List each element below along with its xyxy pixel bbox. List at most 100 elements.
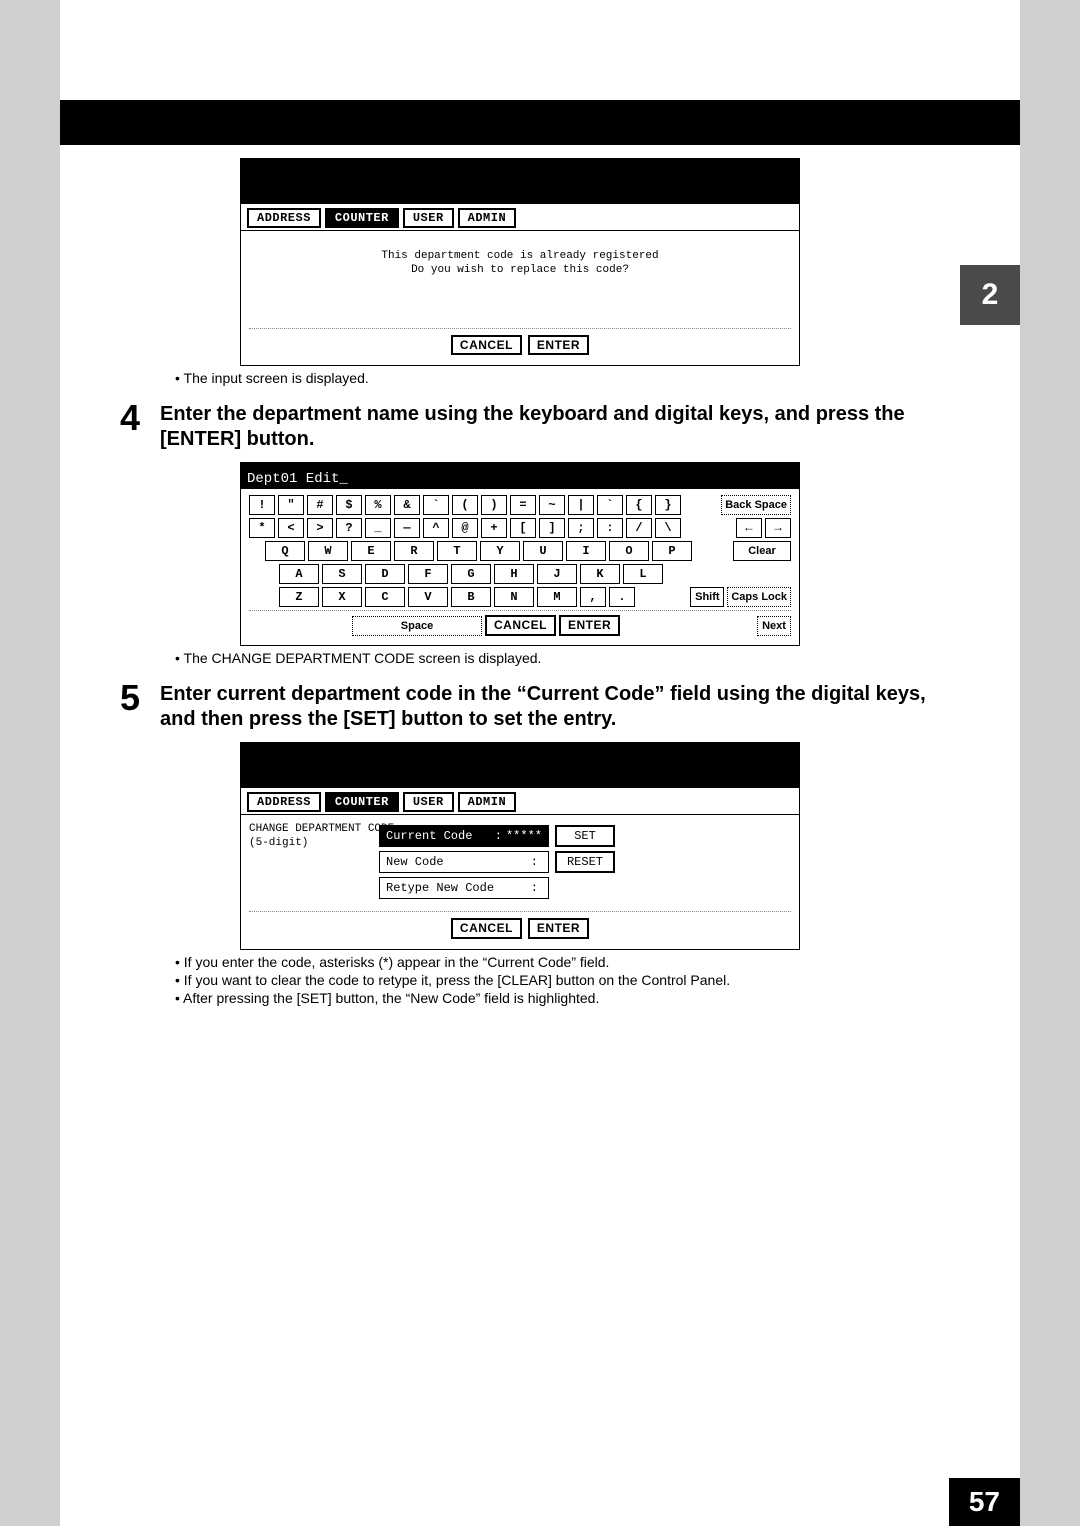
key-exclam[interactable]: ! [249, 495, 275, 515]
key-tilde[interactable]: ~ [539, 495, 565, 515]
key-g[interactable]: G [451, 564, 491, 584]
arrow-left-button[interactable]: ← [736, 518, 762, 538]
key-j[interactable]: J [537, 564, 577, 584]
key-f[interactable]: F [408, 564, 448, 584]
tab-user[interactable]: USER [403, 792, 454, 812]
key-b[interactable]: B [451, 587, 491, 607]
key-backtick[interactable]: ` [423, 495, 449, 515]
key-p[interactable]: P [652, 541, 692, 561]
key-comma[interactable]: , [580, 587, 606, 607]
tab-counter[interactable]: COUNTER [325, 792, 399, 812]
key-e[interactable]: E [351, 541, 391, 561]
note-item: If you want to clear the code to retype … [175, 972, 960, 988]
key-lbrace[interactable]: { [626, 495, 652, 515]
step3-note: The input screen is displayed. [175, 370, 960, 386]
key-s[interactable]: S [322, 564, 362, 584]
enter-button[interactable]: ENTER [528, 918, 589, 939]
key-a[interactable]: A [279, 564, 319, 584]
cancel-button[interactable]: CANCEL [451, 918, 522, 939]
key-k[interactable]: K [580, 564, 620, 584]
key-bslash[interactable]: \ [655, 518, 681, 538]
change-code-screenshot: ADDRESS COUNTER USER ADMIN CHANGE DEPART… [240, 742, 800, 950]
enter-button[interactable]: ENTER [528, 335, 589, 356]
key-y[interactable]: Y [480, 541, 520, 561]
tab-address[interactable]: ADDRESS [247, 208, 321, 228]
key-lbracket[interactable]: [ [510, 518, 536, 538]
key-l[interactable]: L [623, 564, 663, 584]
key-t[interactable]: T [437, 541, 477, 561]
key-rbrace[interactable]: } [655, 495, 681, 515]
key-m[interactable]: M [537, 587, 577, 607]
key-row-1: ! " # $ % & ` ( ) = ~ | ` { } Back Space [249, 495, 791, 515]
space-button[interactable]: Space [352, 616, 482, 636]
step-5: 5 Enter current department code in the “… [120, 680, 960, 732]
key-dash[interactable]: — [394, 518, 420, 538]
field-value: ***** [506, 829, 542, 843]
key-w[interactable]: W [308, 541, 348, 561]
reset-button[interactable]: RESET [555, 851, 615, 873]
key-dquote[interactable]: " [278, 495, 304, 515]
current-code-field[interactable]: Current Code : ***** [379, 825, 549, 847]
dialog-footer: CANCEL ENTER [241, 329, 799, 366]
tab-admin[interactable]: ADMIN [458, 208, 517, 228]
chapter-tab: 2 [960, 265, 1020, 325]
tab-user[interactable]: USER [403, 208, 454, 228]
note-item: The CHANGE DEPARTMENT CODE screen is dis… [175, 650, 960, 666]
new-code-field[interactable]: New Code : [379, 851, 549, 873]
key-hash[interactable]: # [307, 495, 333, 515]
key-u[interactable]: U [523, 541, 563, 561]
key-z[interactable]: Z [279, 587, 319, 607]
tab-counter[interactable]: COUNTER [325, 208, 399, 228]
key-percent[interactable]: % [365, 495, 391, 515]
tab-bar: ADDRESS COUNTER USER ADMIN [241, 788, 799, 815]
key-pipe[interactable]: | [568, 495, 594, 515]
key-d[interactable]: D [365, 564, 405, 584]
key-rbracket[interactable]: ] [539, 518, 565, 538]
cancel-button[interactable]: CANCEL [451, 335, 522, 356]
key-amp[interactable]: & [394, 495, 420, 515]
key-row-3: Q W E R T Y U I O P Clear [265, 541, 791, 561]
shift-button[interactable]: Shift [690, 587, 724, 607]
key-h[interactable]: H [494, 564, 534, 584]
arrow-right-button[interactable]: → [765, 518, 791, 538]
key-lt[interactable]: < [278, 518, 304, 538]
key-plus[interactable]: + [481, 518, 507, 538]
next-button[interactable]: Next [757, 616, 791, 636]
tab-address[interactable]: ADDRESS [247, 792, 321, 812]
key-colon[interactable]: : [597, 518, 623, 538]
key-period[interactable]: . [609, 587, 635, 607]
set-button[interactable]: SET [555, 825, 615, 847]
key-qmark[interactable]: ? [336, 518, 362, 538]
backspace-button[interactable]: Back Space [721, 495, 791, 515]
key-star[interactable]: * [249, 518, 275, 538]
key-row-4: A S D F G H J K L [279, 564, 791, 584]
tab-admin[interactable]: ADMIN [458, 792, 517, 812]
cancel-button[interactable]: CANCEL [485, 615, 556, 636]
key-r[interactable]: R [394, 541, 434, 561]
field-sep: : [495, 829, 502, 843]
key-n[interactable]: N [494, 587, 534, 607]
key-c[interactable]: C [365, 587, 405, 607]
key-gt[interactable]: > [307, 518, 333, 538]
key-slash[interactable]: / [626, 518, 652, 538]
key-q[interactable]: Q [265, 541, 305, 561]
key-semicolon[interactable]: ; [568, 518, 594, 538]
key-i[interactable]: I [566, 541, 606, 561]
key-v[interactable]: V [408, 587, 448, 607]
retype-code-field[interactable]: Retype New Code : [379, 877, 549, 899]
key-rparen[interactable]: ) [481, 495, 507, 515]
enter-button[interactable]: ENTER [559, 615, 620, 636]
clear-button[interactable]: Clear [733, 541, 791, 561]
key-equals[interactable]: = [510, 495, 536, 515]
capslock-button[interactable]: Caps Lock [727, 587, 791, 607]
key-caret[interactable]: ^ [423, 518, 449, 538]
key-underscore[interactable]: _ [365, 518, 391, 538]
key-o[interactable]: O [609, 541, 649, 561]
retype-code-row: Retype New Code : [379, 877, 791, 899]
key-at[interactable]: @ [452, 518, 478, 538]
ss-titlebar [241, 743, 799, 788]
key-dollar[interactable]: $ [336, 495, 362, 515]
key-lparen[interactable]: ( [452, 495, 478, 515]
key-x[interactable]: X [322, 587, 362, 607]
key-grave[interactable]: ` [597, 495, 623, 515]
